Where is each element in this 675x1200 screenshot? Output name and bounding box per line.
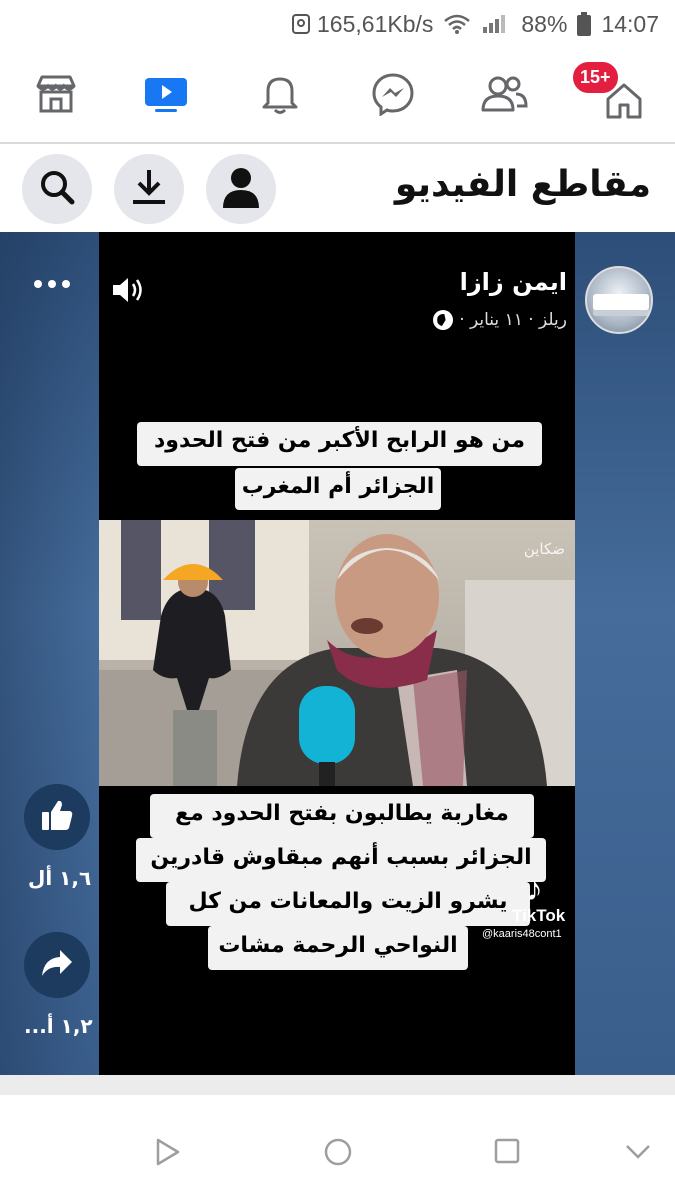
- speaker-icon: [110, 278, 146, 310]
- tiktok-handle: @kaaris48cont1: [482, 928, 562, 940]
- battery-percent: 88%: [521, 10, 568, 37]
- notifications-tab[interactable]: [244, 66, 316, 126]
- share-button[interactable]: [24, 932, 90, 998]
- videos-header: مقاطع الفيديو: [0, 146, 675, 232]
- globe-icon: [433, 310, 454, 330]
- interviewee-figure: [237, 534, 547, 786]
- home-tab[interactable]: 15+: [571, 60, 655, 126]
- recents-button[interactable]: [494, 1137, 520, 1169]
- signal-icon: [481, 13, 511, 35]
- battery-icon: [577, 12, 592, 36]
- tiktok-watermark: ♪ TikTok @kaaris48cont1: [482, 870, 566, 940]
- wifi-icon: [443, 13, 471, 35]
- page-title: مقاطع الفيديو: [394, 164, 651, 205]
- profile-button[interactable]: [206, 154, 276, 224]
- notifications-icon: [260, 73, 300, 119]
- tiktok-label: TikTok: [512, 906, 566, 925]
- video-viewer[interactable]: ايمن زازا ريلز · ١١ يناير · من هو الرابح…: [0, 232, 675, 1075]
- marketplace-tab[interactable]: [20, 66, 92, 126]
- caption-line: الجزائر بسبب أنهم مبقاوش قادرين: [136, 838, 546, 882]
- share-arrow-icon: [40, 948, 74, 982]
- post-meta: ريلز · ١١ يناير ·: [433, 310, 567, 330]
- profile-icon: [221, 166, 261, 212]
- author-avatar[interactable]: [585, 266, 653, 334]
- search-button[interactable]: [22, 154, 92, 224]
- sim-icon: [291, 13, 311, 35]
- video-icon: [143, 74, 189, 118]
- messenger-icon: [371, 72, 415, 120]
- avatar-image: [593, 294, 649, 316]
- download-button[interactable]: [114, 154, 184, 224]
- home-button[interactable]: [323, 1137, 353, 1171]
- network-speed: 165,61Kb/s: [291, 11, 433, 38]
- video-tab[interactable]: [130, 66, 202, 126]
- back-button[interactable]: [154, 1137, 182, 1171]
- dot: [48, 280, 56, 288]
- friends-icon: [480, 74, 528, 118]
- status-bar: 165,61Kb/s 88% 14:07: [0, 0, 675, 48]
- caption-line: مغاربة يطالبون بفتح الحدود مع: [150, 794, 534, 838]
- tiktok-icon: ♪: [526, 870, 543, 908]
- messenger-tab[interactable]: [357, 66, 429, 126]
- feed-divider: [0, 1075, 675, 1095]
- post-date: ريلز · ١١ يناير ·: [459, 310, 567, 330]
- speed-text: 165,61Kb/s: [317, 10, 434, 37]
- caption-line: النواحي الرحمة مشات: [208, 926, 468, 970]
- clock: 14:07: [601, 10, 659, 37]
- more-options-button[interactable]: [34, 280, 70, 288]
- friends-tab[interactable]: [468, 66, 540, 126]
- like-count: ١,٦ أل: [28, 866, 92, 890]
- video-still-image: ضكاين: [99, 520, 575, 786]
- like-button[interactable]: [24, 784, 90, 850]
- caption-line: من هو الرابح الأكبر من فتح الحدود: [137, 422, 542, 466]
- thumbs-up-icon: [40, 798, 74, 836]
- search-icon: [38, 168, 76, 210]
- author-name[interactable]: ايمن زازا: [460, 268, 567, 296]
- notification-badge: 15+: [571, 60, 620, 95]
- android-navigation-bar: [0, 1095, 675, 1200]
- dot: [34, 280, 42, 288]
- video-watermark: ضكاين: [523, 540, 565, 558]
- caption-line: الجزائر أم المغرب: [235, 468, 441, 510]
- caption-line: يشرو الزيت والمعانات من كل: [166, 882, 530, 926]
- dot: [62, 280, 70, 288]
- collapse-button[interactable]: [624, 1143, 652, 1165]
- marketplace-icon: [34, 74, 78, 118]
- share-count: ١,٢ أ...: [24, 1014, 93, 1038]
- download-icon: [131, 168, 167, 210]
- top-navigation: 15+: [0, 48, 675, 144]
- sound-button[interactable]: [110, 274, 146, 310]
